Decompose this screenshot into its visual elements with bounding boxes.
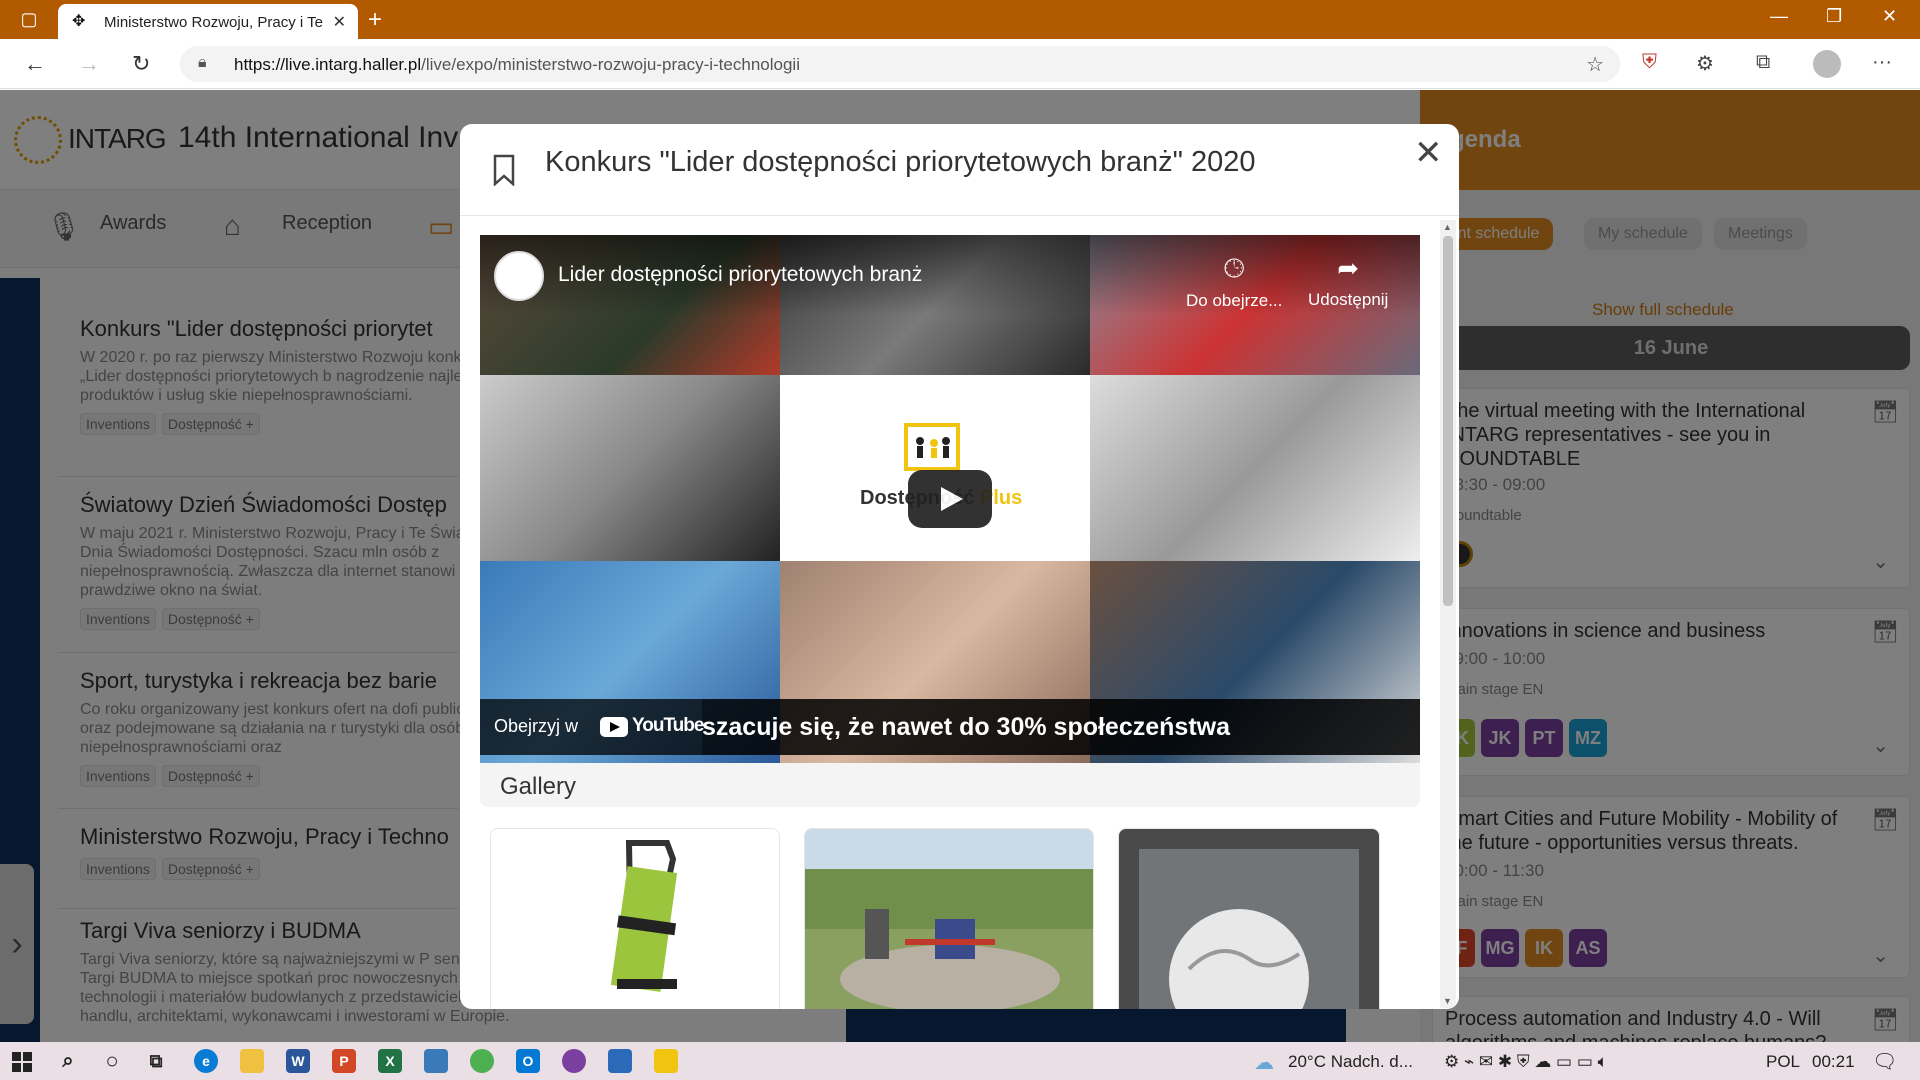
scrollbar-thumb[interactable] [1443,236,1453,606]
gallery-header: Gallery [480,763,1420,807]
new-tab-icon[interactable]: + [368,6,382,34]
word-icon[interactable]: W [286,1049,310,1073]
back-icon[interactable]: ← [24,51,46,77]
extension-shield-icon[interactable]: ⛨ [1642,51,1657,74]
playground-image [805,829,1093,1009]
forward-icon[interactable]: → [78,51,100,77]
task-view-icon[interactable]: ⧉ [144,1049,168,1073]
clock-icon: 🕒︎ [1223,253,1245,283]
restore-icon[interactable]: ❐ [1826,6,1842,27]
tray-icons[interactable]: ⚙ ⌁ ✉ ✱ ⛨ ☁ ▭ ▭ 🔈︎ [1444,1052,1608,1072]
glass-globe-image [1119,829,1379,1009]
windows-start-icon[interactable] [12,1052,32,1072]
address-bar[interactable]: 🔒︎ https://live.intarg.haller.pl/live/ex… [180,46,1620,82]
modal-header: Konkurs "Lider dostępności priorytetowyc… [460,124,1459,216]
url-text[interactable]: https://live.intarg.haller.pl/live/expo/… [234,55,800,75]
video-frame-prosthetic-hand [1090,375,1420,561]
excel-icon[interactable]: X [378,1049,402,1073]
minimize-icon[interactable]: — [1770,6,1788,27]
gallery-title: Gallery [500,773,577,800]
watch-later-button[interactable]: 🕒︎ Do obejrze... [1186,253,1282,311]
app-icon[interactable] [424,1049,448,1073]
reload-icon[interactable]: ↻ [132,51,150,77]
clock-time[interactable]: 00:21 [1812,1052,1855,1072]
weather-text[interactable]: 20°C Nadch. d... [1288,1052,1413,1072]
evacuation-chair-image [491,829,779,1009]
input-language[interactable]: POL [1766,1052,1800,1072]
edge-icon[interactable]: e [194,1049,218,1073]
file-explorer-icon[interactable] [240,1049,264,1073]
tab-actions-icon[interactable]: ▢ [18,8,40,30]
exhibit-modal: Konkurs "Lider dostępności priorytetowyc… [460,124,1459,1009]
video-frame-guide-dog [480,375,780,561]
video-title[interactable]: Lider dostępności priorytetowych branż [558,263,922,287]
browser-tabbar: ▢ ✥ Ministerstwo Rozwoju, Pracy i Te ✕ +… [0,0,1920,39]
app-icon[interactable] [654,1049,678,1073]
favorite-star-icon[interactable]: ☆ [1586,52,1604,77]
search-icon[interactable]: ⌕ [56,1049,80,1073]
scroll-up-icon[interactable]: ▲ [1443,222,1452,232]
app-icon[interactable] [608,1049,632,1073]
cortana-icon[interactable]: ○ [100,1049,124,1073]
app-icon[interactable] [562,1049,586,1073]
gallery-image-glass-globe[interactable] [1118,828,1380,1009]
modal-scrollbar[interactable]: ▲ ▼ [1440,220,1456,1008]
share-arrow-icon: ➦ [1337,253,1360,283]
watch-on-youtube-button[interactable]: Obejrzyj w YouTube [480,699,704,755]
scroll-down-icon[interactable]: ▼ [1443,996,1452,1006]
modal-title: Konkurs "Lider dostępności priorytetowyc… [545,146,1256,178]
window-close-icon[interactable]: ✕ [1882,6,1897,27]
weather-icon[interactable]: ☁ [1254,1050,1274,1075]
profile-avatar[interactable] [1813,50,1841,78]
channel-avatar[interactable] [494,251,544,301]
video-subtitle: szacuje się, że nawet do 30% społeczeńst… [702,699,1420,755]
windows-taskbar: ⌕ ○ ⧉ e W P X O ☁ 20°C Nadch. d... ⚙ ⌁ ✉… [0,1042,1920,1080]
gallery-image-evacuation-chair[interactable] [490,828,780,1009]
close-icon[interactable]: ✕ [1414,136,1443,170]
collections-icon[interactable]: ⧉ [1756,51,1770,74]
play-button[interactable] [908,470,992,528]
notifications-icon[interactable]: 🗨︎ [1872,1049,1897,1074]
browser-tab-active[interactable]: ✥ Ministerstwo Rozwoju, Pracy i Te ✕ [58,4,358,39]
accessibility-logo-icon [904,423,960,471]
browser-toolbar: ← → ↻ 🔒︎ https://live.intarg.haller.pl/l… [0,39,1920,89]
tab-close-icon[interactable]: ✕ [333,12,346,32]
outlook-icon[interactable]: O [516,1049,540,1073]
watch-on-label: Obejrzyj w [494,716,579,736]
chrome-icon[interactable] [470,1049,494,1073]
bookmark-icon[interactable] [492,154,516,186]
tab-title: Ministerstwo Rozwoju, Pracy i Te [104,14,323,31]
more-menu-icon[interactable]: ··· [1872,51,1892,74]
lock-icon[interactable]: 🔒︎ [198,54,207,72]
share-button[interactable]: ➦ Udostępnij [1308,253,1388,310]
powerpoint-icon[interactable]: P [332,1049,356,1073]
gallery-image-playground[interactable] [804,828,1094,1009]
site-favicon-icon: ✥ [72,13,86,30]
youtube-video-player[interactable]: Dostępność Plus Lider dostępności priory… [480,235,1420,763]
extensions-icon[interactable]: ⚙ [1696,51,1714,76]
